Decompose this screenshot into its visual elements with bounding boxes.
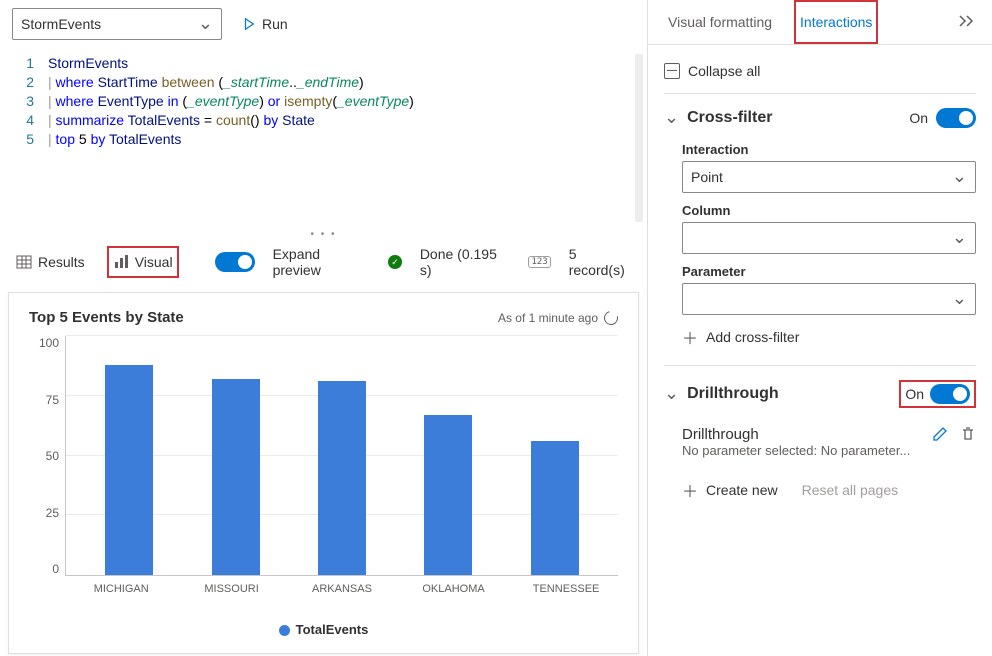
x-label: MICHIGAN: [91, 583, 151, 595]
bar-tennessee[interactable]: [531, 441, 579, 575]
database-dropdown-value: StormEvents: [21, 16, 101, 32]
plus-icon: ＋: [682, 478, 698, 502]
chevron-down-icon: [664, 110, 679, 126]
bar-arkansas[interactable]: [318, 381, 366, 575]
plus-icon: ＋: [682, 325, 698, 349]
drillthrough-item-sub: No parameter selected: No parameter...: [682, 443, 924, 458]
edit-icon[interactable]: [932, 426, 948, 442]
legend-dot-icon: [279, 625, 290, 636]
drillthrough-toggle[interactable]: [930, 384, 970, 404]
reset-all-pages-button[interactable]: Reset all pages: [802, 482, 899, 498]
crossfilter-toggle[interactable]: [936, 108, 976, 128]
chart-card: Top 5 Events by State As of 1 minute ago…: [8, 292, 639, 654]
parameter-select[interactable]: [682, 283, 976, 315]
status-done-icon: ✓: [388, 255, 402, 269]
y-axis: 1007550250: [29, 336, 65, 596]
create-new-label: Create new: [706, 482, 778, 498]
records-text: 5 record(s): [569, 246, 635, 278]
chart-plot: MICHIGANMISSOURIARKANSASOKLAHOMATENNESSE…: [65, 336, 618, 576]
chart-title: Top 5 Events by State: [29, 309, 184, 326]
x-label: TENNESSEE: [533, 583, 593, 595]
bar-missouri[interactable]: [212, 379, 260, 575]
interaction-select[interactable]: Point: [682, 161, 976, 193]
play-icon: [242, 17, 256, 31]
column-select[interactable]: [682, 222, 976, 254]
collapse-icon: [664, 63, 680, 79]
parameter-label: Parameter: [682, 264, 976, 279]
chart-legend: TotalEvents: [29, 622, 618, 637]
tab-results[interactable]: Results: [12, 248, 89, 276]
chart-icon: [113, 254, 129, 270]
crossfilter-section-header[interactable]: Cross-filter On: [664, 104, 976, 132]
crossfilter-title: Cross-filter: [687, 109, 772, 127]
database-dropdown[interactable]: StormEvents: [12, 8, 222, 40]
chevron-down-icon: [198, 16, 213, 32]
records-icon: 123: [528, 256, 550, 268]
chevron-down-icon: [952, 291, 967, 307]
bar-michigan[interactable]: [105, 365, 153, 575]
interaction-label: Interaction: [682, 142, 976, 157]
chevron-down-icon: [664, 386, 679, 402]
drillthrough-state: On: [905, 386, 924, 402]
drillthrough-section-header[interactable]: Drillthrough On: [664, 376, 976, 412]
add-crossfilter-label: Add cross-filter: [706, 329, 799, 345]
chevron-down-icon: [952, 230, 967, 246]
create-new-button[interactable]: ＋ Create new: [682, 478, 778, 502]
collapse-all-button[interactable]: Collapse all: [664, 55, 976, 87]
drillthrough-title: Drillthrough: [687, 385, 779, 403]
collapse-all-label: Collapse all: [688, 63, 760, 79]
run-button[interactable]: Run: [234, 12, 296, 36]
tab-visual-label: Visual: [135, 254, 173, 270]
chart-asof: As of 1 minute ago: [498, 311, 598, 325]
tab-visual[interactable]: Visual: [107, 246, 179, 278]
more-icon[interactable]: [958, 6, 976, 39]
delete-icon[interactable]: [960, 426, 976, 442]
bar-oklahoma[interactable]: [424, 415, 472, 575]
chevron-down-icon: [952, 169, 967, 185]
refresh-icon[interactable]: [601, 308, 620, 327]
x-label: ARKANSAS: [312, 583, 372, 595]
column-label: Column: [682, 203, 976, 218]
expand-preview-label: Expand preview: [273, 246, 371, 278]
expand-preview-toggle[interactable]: [215, 252, 255, 272]
x-label: OKLAHOMA: [422, 583, 482, 595]
drillthrough-item-title: Drillthrough: [682, 426, 924, 443]
query-editor[interactable]: 1StormEvents2| where StartTime between (…: [0, 48, 647, 232]
add-crossfilter-button[interactable]: ＋ Add cross-filter: [682, 315, 976, 359]
crossfilter-state: On: [909, 110, 928, 126]
status-text: Done (0.195 s): [420, 246, 511, 278]
x-label: MISSOURI: [202, 583, 262, 595]
tab-visual-formatting[interactable]: Visual formatting: [664, 2, 776, 42]
legend-label: TotalEvents: [296, 622, 369, 637]
run-button-label: Run: [262, 16, 288, 32]
tab-interactions[interactable]: Interactions: [794, 0, 878, 44]
interaction-value: Point: [691, 169, 723, 185]
tab-results-label: Results: [38, 254, 85, 270]
table-icon: [16, 254, 32, 270]
drillthrough-item[interactable]: Drillthrough No parameter selected: No p…: [682, 422, 924, 462]
